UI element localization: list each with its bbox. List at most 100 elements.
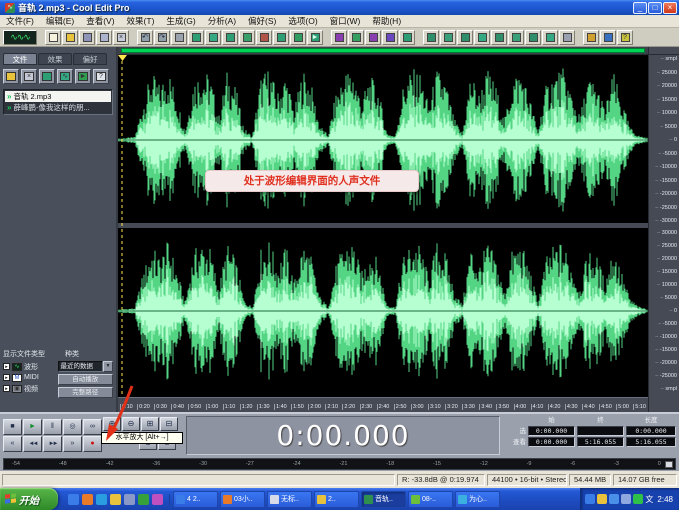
selection-length-field[interactable]: 0:00.000 bbox=[626, 426, 676, 436]
help-topics-button[interactable]: ? bbox=[617, 30, 633, 45]
taskbar-task[interactable]: 2.. bbox=[314, 491, 359, 508]
sort-dropdown[interactable]: 最近的数据 ▼ bbox=[58, 361, 113, 372]
file-type-row[interactable]: ▸MMIDI bbox=[3, 372, 55, 383]
taskbar-task[interactable]: 4 2.. bbox=[173, 491, 218, 508]
menu-item[interactable]: 编辑(E) bbox=[40, 15, 80, 28]
batch-scripts-button[interactable] bbox=[491, 30, 507, 45]
play-file-button[interactable]: ► bbox=[75, 69, 91, 84]
view-end-field[interactable]: 5:16.055 bbox=[577, 437, 624, 447]
expand-toggle-icon[interactable]: ▸ bbox=[3, 385, 10, 392]
system-options-button[interactable] bbox=[583, 30, 599, 45]
fft-filter-button[interactable] bbox=[331, 30, 347, 45]
taskbar-task[interactable]: 音轨.. bbox=[361, 491, 406, 508]
rewind-button[interactable]: ◄◄ bbox=[23, 436, 42, 452]
shield-icon[interactable] bbox=[597, 494, 607, 504]
save-file-button[interactable] bbox=[79, 30, 95, 45]
close-file-button[interactable]: × bbox=[113, 30, 129, 45]
noise-reduction-button[interactable] bbox=[399, 30, 415, 45]
convert-sample-type-button[interactable] bbox=[273, 30, 289, 45]
zoom-full-button[interactable]: ⊟ bbox=[160, 417, 178, 431]
waveform-canvas[interactable] bbox=[118, 55, 648, 397]
menu-item[interactable]: 窗口(W) bbox=[324, 15, 367, 28]
session-info-button[interactable] bbox=[559, 30, 575, 45]
minimize-button[interactable]: _ bbox=[633, 2, 647, 14]
cut-button[interactable] bbox=[171, 30, 187, 45]
tab-favorites[interactable]: 偏好 bbox=[73, 53, 107, 65]
network-icon[interactable] bbox=[609, 494, 619, 504]
open-file-button[interactable] bbox=[62, 30, 78, 45]
undo-button[interactable]: ↶ bbox=[137, 30, 153, 45]
taskbar-task[interactable]: 无标.. bbox=[267, 491, 312, 508]
overview-range-bar[interactable] bbox=[121, 48, 645, 53]
auto-play-button[interactable]: 自动播放 bbox=[58, 374, 113, 385]
delete-button[interactable] bbox=[256, 30, 272, 45]
save-as-button[interactable] bbox=[96, 30, 112, 45]
play-preview-button[interactable]: ► bbox=[307, 30, 323, 45]
stop-button[interactable]: ■ bbox=[3, 419, 22, 435]
selection-end-field[interactable] bbox=[577, 426, 624, 436]
fast-forward-button[interactable]: ►► bbox=[43, 436, 62, 452]
cd-burn-button[interactable] bbox=[474, 30, 490, 45]
meter-reset-indicator[interactable] bbox=[665, 461, 673, 468]
play-looped-button[interactable]: ◎ bbox=[63, 419, 82, 435]
language-indicator[interactable]: 文 bbox=[645, 494, 653, 505]
taskbar-task[interactable]: 03小.. bbox=[220, 491, 265, 508]
menu-item[interactable]: 生成(G) bbox=[160, 15, 201, 28]
delay-effects-button[interactable] bbox=[365, 30, 381, 45]
file-type-row[interactable]: ▸▣视频 bbox=[3, 383, 55, 394]
record-button[interactable]: ● bbox=[83, 436, 102, 452]
edit-waveform-button[interactable]: ∿ bbox=[57, 69, 73, 84]
amplify-button[interactable] bbox=[348, 30, 364, 45]
restore-button[interactable]: □ bbox=[648, 2, 662, 14]
reverb-button[interactable] bbox=[382, 30, 398, 45]
level-meter[interactable]: -54-48-42-36-30-27-24-21-18-15-12-9-6-30 bbox=[3, 458, 676, 470]
tab-files[interactable]: 文件 bbox=[3, 53, 37, 65]
paint-icon[interactable] bbox=[152, 494, 163, 505]
messenger-icon[interactable] bbox=[585, 494, 595, 504]
media-player-icon[interactable] bbox=[82, 494, 93, 505]
help-button[interactable]: ? bbox=[93, 69, 109, 84]
green-app-icon[interactable] bbox=[138, 494, 149, 505]
file-list-item[interactable]: »音轨 2.mp3 bbox=[5, 91, 111, 102]
zoom-selection-button[interactable]: ⊞ bbox=[141, 417, 159, 431]
go-end-button[interactable]: » bbox=[63, 436, 82, 452]
open-file-button[interactable] bbox=[3, 69, 19, 84]
new-file-button[interactable] bbox=[45, 30, 61, 45]
insert-multitrack-button[interactable] bbox=[39, 69, 55, 84]
ie-icon[interactable] bbox=[68, 494, 79, 505]
close-file-button[interactable]: × bbox=[21, 69, 37, 84]
spectral-view-button[interactable] bbox=[423, 30, 439, 45]
paste-button[interactable] bbox=[205, 30, 221, 45]
zoom-in-horizontal-button[interactable]: ⊕ bbox=[103, 417, 121, 431]
menu-item[interactable]: 帮助(H) bbox=[366, 15, 407, 28]
view-length-field[interactable]: 5:16.055 bbox=[626, 437, 676, 447]
menu-item[interactable]: 偏好(S) bbox=[242, 15, 282, 28]
file-list-item[interactable]: »薛峰鹏-像我这样的朋... bbox=[5, 102, 111, 113]
loop-button[interactable]: ∞ bbox=[83, 419, 102, 435]
menu-item[interactable]: 分析(A) bbox=[202, 15, 242, 28]
zoom-tools-button[interactable] bbox=[457, 30, 473, 45]
close-button[interactable]: × bbox=[663, 2, 677, 14]
start-button[interactable]: 开始 bbox=[0, 488, 58, 510]
monitor-record-level-button[interactable] bbox=[508, 30, 524, 45]
menu-item[interactable]: 文件(F) bbox=[0, 15, 40, 28]
tab-effects[interactable]: 效果 bbox=[38, 53, 72, 65]
redo-button[interactable]: ↷ bbox=[154, 30, 170, 45]
folder-icon[interactable] bbox=[110, 494, 121, 505]
waveform-view-toggle-button[interactable]: ∿∿∿ bbox=[3, 30, 37, 45]
timeline-ruler[interactable]: 0:100:200:300:400:501:001:101:201:301:40… bbox=[118, 397, 648, 412]
expand-toggle-icon[interactable]: ▸ bbox=[3, 363, 10, 370]
taskbar-task[interactable]: 为心.. bbox=[455, 491, 500, 508]
keyboard-shortcuts-button[interactable] bbox=[600, 30, 616, 45]
file-type-row[interactable]: ▸∿波形 bbox=[3, 361, 55, 372]
trim-button[interactable] bbox=[239, 30, 255, 45]
show-desktop-icon[interactable] bbox=[124, 494, 135, 505]
settings-button[interactable] bbox=[525, 30, 541, 45]
chevron-down-icon[interactable]: ▼ bbox=[103, 361, 113, 372]
mix-paste-button[interactable] bbox=[222, 30, 238, 45]
add-marker-button[interactable] bbox=[290, 30, 306, 45]
menu-item[interactable]: 选项(O) bbox=[282, 15, 323, 28]
qq-icon[interactable] bbox=[633, 494, 643, 504]
copy-button[interactable] bbox=[188, 30, 204, 45]
menu-item[interactable]: 查看(V) bbox=[80, 15, 120, 28]
